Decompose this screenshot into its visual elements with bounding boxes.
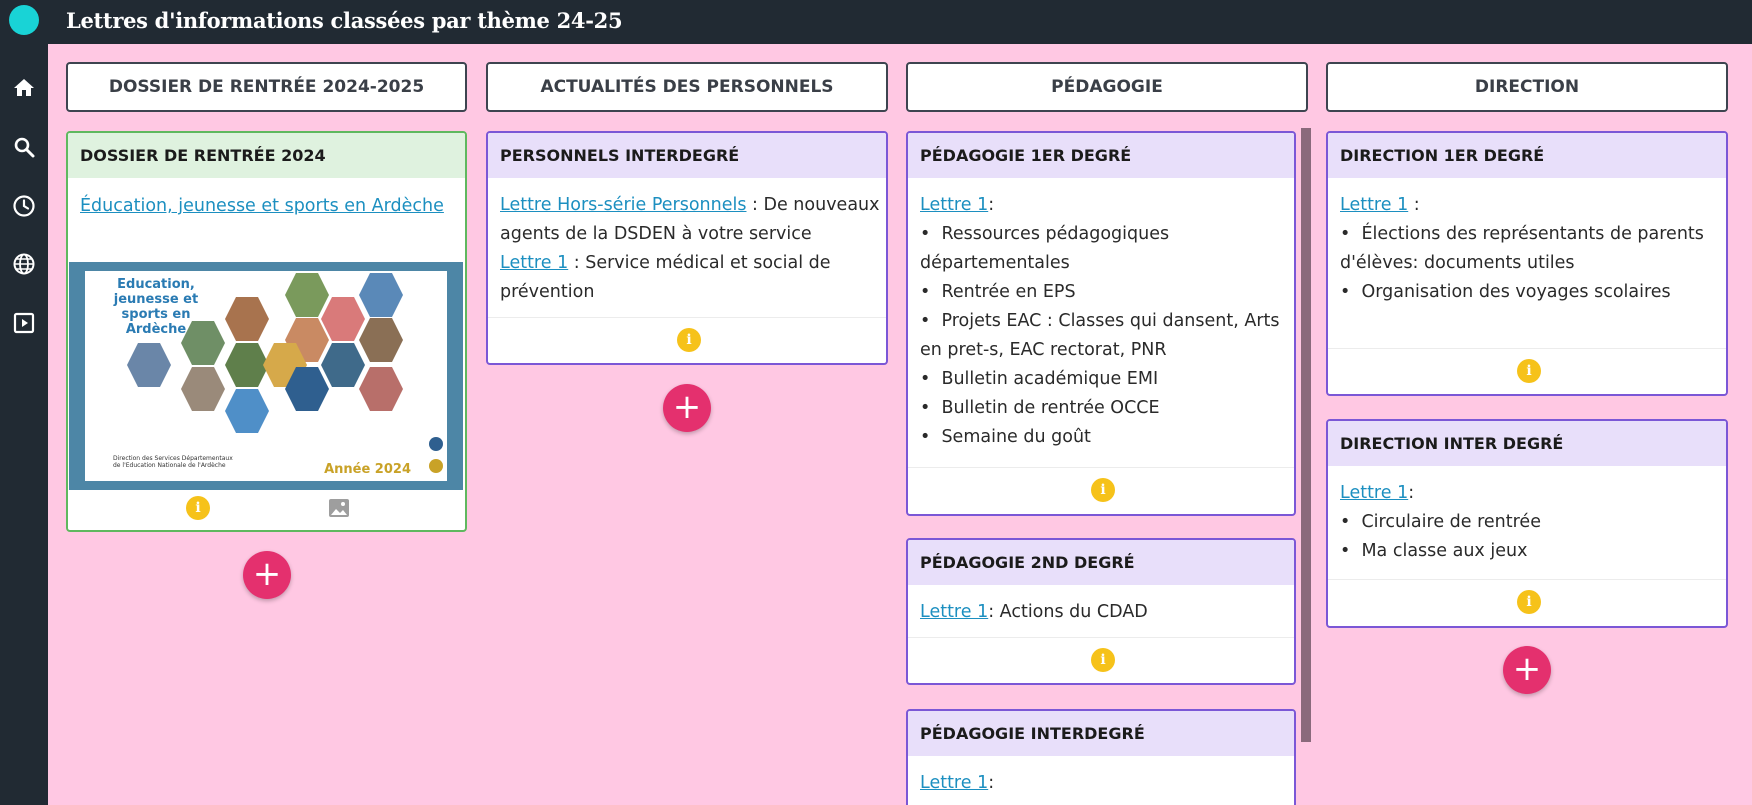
card-text: : [1408, 483, 1415, 503]
column-header-dossier[interactable]: DOSSIER DE RENTRÉE 2024-2025 [66, 62, 467, 112]
card-text: : De nouveaux [746, 195, 880, 215]
card-text: : [1408, 195, 1420, 215]
add-card-button-personnels[interactable]: + [663, 384, 711, 432]
home-icon[interactable] [12, 76, 36, 100]
card-text: : [988, 773, 995, 793]
column-header-direction[interactable]: DIRECTION [1326, 62, 1728, 112]
card-title: DIRECTION INTER DEGRÉ [1328, 421, 1726, 466]
info-icon[interactable]: i [1517, 590, 1541, 614]
card-title: DOSSIER DE RENTRÉE 2024 [68, 133, 465, 178]
list-item: Ressources pédagogiques [920, 220, 1282, 249]
list-item-continued: départementales [920, 253, 1070, 273]
list-item: Rentrée en EPS [920, 278, 1282, 307]
card-text: prévention [500, 282, 595, 302]
card-pedagogie-2nd-degre[interactable]: PÉDAGOGIE 2ND DEGRÉ Lettre 1: Actions du… [906, 538, 1296, 685]
search-icon[interactable] [12, 135, 36, 159]
card-image[interactable]: Education, jeunesse et sports en Ardèche… [69, 262, 463, 490]
audio-icon[interactable] [429, 437, 443, 451]
column-header-personnels[interactable]: ACTUALITÉS DES PERSONNELS [486, 62, 888, 112]
image-icon[interactable] [327, 496, 351, 520]
card-personnels-interdegre[interactable]: PERSONNELS INTERDEGRÉ Lettre Hors-série … [486, 131, 888, 365]
card-title: DIRECTION 1ER DEGRÉ [1328, 133, 1726, 178]
app-logo[interactable] [9, 5, 39, 35]
add-card-button-dossier[interactable]: + [243, 551, 291, 599]
list-item-continued: en pret-s, EAC rectorat, PNR [920, 340, 1167, 360]
card-link[interactable]: Éducation, jeunesse et sports en Ardèche [80, 196, 444, 216]
card-direction-1er-degre[interactable]: DIRECTION 1ER DEGRÉ Lettre 1 : Élections… [1326, 131, 1728, 396]
list-item: Circulaire de rentrée [1340, 508, 1714, 537]
column-scrollbar[interactable] [1301, 128, 1311, 742]
card-title: PERSONNELS INTERDEGRÉ [488, 133, 886, 178]
card-title: PÉDAGOGIE 1ER DEGRÉ [908, 133, 1294, 178]
column-header-pedagogie[interactable]: PÉDAGOGIE [906, 62, 1308, 112]
card-link[interactable]: Lettre 1 [920, 773, 988, 793]
card-text: : [988, 195, 995, 215]
card-dossier-rentree[interactable]: DOSSIER DE RENTRÉE 2024 Éducation, jeune… [66, 131, 467, 532]
sidebar [0, 44, 48, 805]
image-caption: Direction des Services Départementaux de… [113, 455, 233, 469]
list-item: Bulletin de rentrée OCCE [920, 394, 1282, 423]
card-link[interactable]: Lettre 1 [1340, 195, 1408, 215]
card-direction-inter-degre[interactable]: DIRECTION INTER DEGRÉ Lettre 1: Circulai… [1326, 419, 1728, 628]
card-pedagogie-interdegre[interactable]: PÉDAGOGIE INTERDEGRÉ Lettre 1: [906, 709, 1296, 805]
list-item: Ma classe aux jeux [1340, 537, 1714, 566]
card-link[interactable]: Lettre 1 [920, 602, 988, 622]
image-year: Année 2024 [324, 462, 411, 477]
card-text: : Service médical et social de [568, 253, 831, 273]
clock-icon[interactable] [12, 194, 36, 218]
card-link[interactable]: Lettre 1 [500, 253, 568, 273]
slideshow-icon[interactable] [12, 311, 36, 335]
info-icon[interactable]: i [1517, 359, 1541, 383]
info-icon[interactable]: i [1091, 478, 1115, 502]
card-link[interactable]: Lettre Hors-série Personnels [500, 195, 746, 215]
card-link[interactable]: Lettre 1 [920, 195, 988, 215]
list-item-continued: d'élèves: documents utiles [1340, 253, 1575, 273]
list-item: Semaine du goût [920, 423, 1282, 452]
card-text: : Actions du CDAD [988, 602, 1148, 622]
list-item: Projets EAC : Classes qui dansent, Arts [920, 307, 1282, 336]
card-title: PÉDAGOGIE INTERDEGRÉ [908, 711, 1294, 756]
next-icon[interactable] [429, 459, 443, 473]
info-icon[interactable]: i [186, 496, 210, 520]
info-icon[interactable]: i [1091, 648, 1115, 672]
card-title: PÉDAGOGIE 2ND DEGRÉ [908, 540, 1294, 585]
list-item: Bulletin académique EMI [920, 365, 1282, 394]
top-bar: Lettres d'informations classées par thèm… [0, 0, 1752, 44]
page-title: Lettres d'informations classées par thèm… [66, 8, 623, 33]
list-item: Organisation des voyages scolaires [1340, 278, 1714, 307]
info-icon[interactable]: i [677, 328, 701, 352]
list-item: Élections des représentants de parents [1340, 220, 1714, 249]
card-text: agents de la DSDEN à votre service [500, 224, 812, 244]
globe-icon[interactable] [12, 252, 36, 276]
card-pedagogie-1er-degre[interactable]: PÉDAGOGIE 1ER DEGRÉ Lettre 1: Ressources… [906, 131, 1296, 516]
card-link[interactable]: Lettre 1 [1340, 483, 1408, 503]
add-card-button-direction[interactable]: + [1503, 646, 1551, 694]
